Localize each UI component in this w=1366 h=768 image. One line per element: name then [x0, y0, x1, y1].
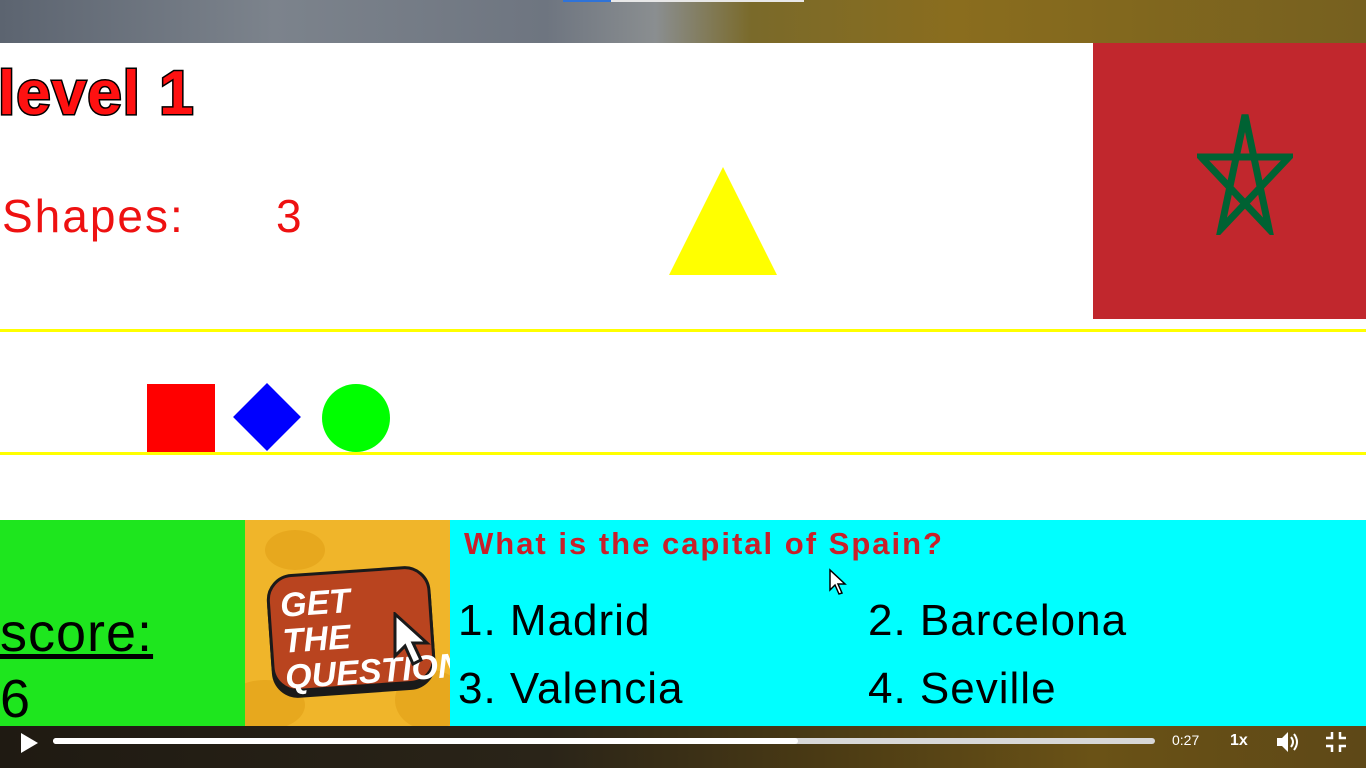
seek-bar[interactable] [53, 738, 1155, 744]
mouse-cursor-icon [829, 568, 847, 595]
volume-icon[interactable] [1275, 729, 1301, 755]
score-value: 6 [0, 669, 31, 726]
yellow-divider-top [0, 329, 1366, 332]
yellow-triangle [669, 167, 777, 275]
red-square-shape[interactable] [147, 384, 215, 452]
video-controls: 0:27 1x [0, 726, 1366, 768]
score-label: score: [0, 603, 154, 663]
blue-diamond-shape[interactable] [233, 383, 301, 451]
answer-option-2[interactable]: 2. Barcelona [868, 599, 1127, 643]
quiz-panel: What is the capital of Spain? 1. Madrid … [450, 520, 1366, 726]
green-circle-shape[interactable] [322, 384, 390, 452]
top-loading-bar [563, 0, 611, 2]
current-time: 0:27 [1172, 732, 1200, 748]
quiz-question: What is the capital of Spain? [464, 526, 944, 561]
yellow-divider-bottom [0, 452, 1366, 455]
shapes-label: Shapes: [2, 190, 185, 242]
play-icon[interactable] [18, 731, 40, 755]
get-question-panel: GET THE QUESTION [245, 520, 450, 726]
morocco-flag [1093, 43, 1366, 319]
video-top-band [0, 0, 1366, 43]
level-title: level 1 [0, 59, 195, 128]
exit-fullscreen-icon[interactable] [1324, 729, 1348, 755]
score-panel: score: 6 [0, 520, 245, 726]
pointer-icon [393, 612, 431, 667]
answer-option-1[interactable]: 1. Madrid [458, 599, 650, 643]
pentagram-icon [1197, 114, 1293, 235]
game-area: level 1 Shapes: 3 score: 6 GET THE QUEST… [0, 43, 1366, 726]
answer-option-3[interactable]: 3. Valencia [458, 667, 683, 711]
seek-bar-progress [53, 738, 798, 744]
playback-speed-button[interactable]: 1x [1230, 732, 1248, 750]
top-loading-bar-track [611, 0, 804, 2]
shapes-count: 3 [276, 190, 302, 242]
decor-blob [265, 530, 325, 570]
answer-option-4[interactable]: 4. Seville [868, 667, 1057, 711]
